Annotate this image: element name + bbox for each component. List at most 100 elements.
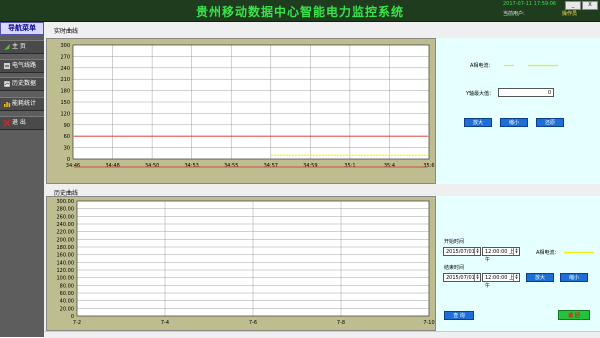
zoom-in-button[interactable]: 放大 bbox=[526, 273, 554, 282]
x-tick-label: 7-6 bbox=[249, 320, 257, 326]
y-tick-label: 200.00 bbox=[57, 237, 75, 243]
spinner-icon[interactable]: ▲ ▼ bbox=[474, 248, 480, 255]
start-time-value: 12:00:00 上午 bbox=[485, 249, 515, 263]
series-label: A相电流： bbox=[470, 63, 494, 69]
realtime-panel: 实时曲线 0 30 60 90 120 150 180 210 240 270 300 34:46 34… bbox=[44, 22, 600, 184]
x-tick-label: 34:46 bbox=[66, 163, 80, 169]
y-tick-label: 180 bbox=[60, 89, 70, 95]
nav-item-label: 历史数据 bbox=[12, 80, 37, 87]
reset-button[interactable]: 还原 bbox=[536, 118, 564, 127]
y-tick-label: 120 bbox=[60, 111, 70, 117]
series-swatch bbox=[528, 64, 558, 67]
x-tick-label: 34:57 bbox=[264, 163, 278, 169]
x-tick-label: 35:1 bbox=[344, 163, 355, 169]
y-tick-label: 260.00 bbox=[57, 214, 75, 220]
x-tick-label: 34:50 bbox=[145, 163, 159, 169]
current-user-label: 当前用户: bbox=[503, 11, 525, 17]
exit-icon bbox=[3, 119, 11, 127]
y-tick-label: 90 bbox=[64, 123, 70, 129]
y-tick-label: 120.00 bbox=[57, 268, 75, 274]
history-panel: 历史曲线 0 20.00 40.00 60.00 80.00 100.00 120.00 14… bbox=[44, 184, 600, 331]
realtime-chart: 0 30 60 90 120 150 180 210 240 270 300 34:46 34:48 34… bbox=[46, 38, 436, 184]
stats-icon bbox=[4, 102, 11, 107]
y-tick-label: 280.00 bbox=[57, 207, 75, 213]
x-tick-label: 35:4 bbox=[384, 163, 395, 169]
y-tick-label: 300 bbox=[60, 43, 70, 49]
y-tick-label: 160.00 bbox=[57, 253, 75, 259]
series-swatch-small bbox=[504, 64, 514, 67]
history-controls: 开始时间 2015/07/01 ▲ ▼ 12:00:00 上午 ▲ ▼ A相电流： … bbox=[436, 196, 600, 331]
start-time-label: 开始时间 bbox=[444, 239, 465, 245]
history-chart-svg: 020.0040.0060.0080.00100.00120.00140.001… bbox=[57, 199, 435, 326]
nav-item-label: 主 页 bbox=[12, 43, 26, 50]
y-tick-label: 270 bbox=[60, 54, 70, 60]
x-tick-label: 35:6 bbox=[423, 163, 434, 169]
realtime-controls: A相电流： Y轴最大值： 0 放大 缩小 还原 bbox=[436, 38, 600, 184]
y-tick-label: 60.00 bbox=[60, 291, 74, 297]
leaf-icon bbox=[4, 44, 10, 50]
end-time-label: 结束时间 bbox=[444, 265, 465, 271]
series-label: A相电流： bbox=[536, 250, 560, 256]
x-tick-label: 7-10 bbox=[423, 320, 434, 326]
series-swatch bbox=[564, 251, 594, 254]
zoom-out-button[interactable]: 缩小 bbox=[560, 273, 588, 282]
circuit-icon bbox=[4, 63, 10, 69]
y-tick-label: 150 bbox=[60, 100, 70, 106]
sidebar: 导航菜单 主 页 电气线路 历史数据 能耗统计 退 出 bbox=[0, 22, 44, 337]
end-time-value: 12:00:00 上午 bbox=[485, 275, 515, 289]
nav-item-exit[interactable]: 退 出 bbox=[0, 116, 44, 130]
nav-item-electrical[interactable]: 电气线路 bbox=[0, 59, 44, 73]
y-tick-label: 220.00 bbox=[57, 230, 75, 236]
history-icon bbox=[3, 80, 11, 88]
realtime-chart-svg: 030609012015018021024027030034:46 34:48 34… bbox=[60, 43, 434, 169]
x-tick-label: 34:55 bbox=[224, 163, 238, 169]
ymax-label: Y轴最大值： bbox=[466, 91, 495, 97]
history-chart: 0 20.00 40.00 60.00 80.00 100.00 120.00 140.00 1… bbox=[46, 196, 436, 331]
nav-header: 导航菜单 bbox=[0, 22, 44, 35]
x-tick-label: 34:48 bbox=[105, 163, 119, 169]
nav-item-history[interactable]: 历史数据 bbox=[0, 77, 44, 91]
y-tick-label: 140.00 bbox=[57, 260, 75, 266]
x-tick-label: 7-4 bbox=[161, 320, 169, 326]
y-tick-label: 60 bbox=[64, 134, 70, 140]
y-tick-label: 30 bbox=[64, 146, 70, 152]
zoom-out-button[interactable]: 缩小 bbox=[500, 118, 528, 127]
datetime-display: 2017-07-11 17:59:06 bbox=[503, 1, 557, 7]
x-tick-label: 7-2 bbox=[73, 320, 81, 326]
nav-item-energy-stats[interactable]: 能耗统计 bbox=[0, 97, 44, 111]
nav-item-label: 退 出 bbox=[12, 119, 26, 126]
title-bar: 贵州移动数据中心智能电力监控系统 2017-07-11 17:59:06 当前用… bbox=[0, 0, 600, 22]
current-user-value: 操作员 bbox=[562, 11, 578, 17]
nav-item-label: 能耗统计 bbox=[12, 100, 37, 107]
start-date-value: 2015/07/01 bbox=[446, 249, 475, 255]
end-date-input[interactable]: 2015/07/01 ▲ ▼ bbox=[443, 273, 481, 282]
y-tick-label: 20.00 bbox=[60, 306, 74, 312]
end-date-value: 2015/07/01 bbox=[446, 275, 475, 281]
y-tick-label: 210 bbox=[60, 77, 70, 83]
y-tick-label: 300.00 bbox=[57, 199, 75, 205]
spinner-icon[interactable]: ▲ ▼ bbox=[513, 274, 519, 281]
nav-item-home[interactable]: 主 页 bbox=[0, 40, 44, 54]
ymax-input[interactable]: 0 bbox=[498, 88, 554, 97]
nav-item-label: 电气线路 bbox=[12, 62, 37, 69]
start-time-input[interactable]: 12:00:00 上午 ▲ ▼ bbox=[482, 247, 520, 263]
end-time-input[interactable]: 12:00:00 上午 ▲ ▼ bbox=[482, 273, 520, 289]
x-tick-label: 34:53 bbox=[184, 163, 198, 169]
y-tick-label: 240 bbox=[60, 66, 70, 72]
y-tick-label: 180.00 bbox=[57, 245, 75, 251]
x-tick-label: 34:59 bbox=[303, 163, 317, 169]
back-button[interactable]: 返 回 bbox=[558, 310, 590, 320]
start-date-input[interactable]: 2015/07/01 ▲ ▼ bbox=[443, 247, 481, 256]
realtime-title: 实时曲线 bbox=[54, 28, 79, 35]
minimize-button[interactable]: _ bbox=[565, 1, 581, 10]
spinner-icon[interactable]: ▲ ▼ bbox=[474, 274, 480, 281]
y-tick-label: 240.00 bbox=[57, 222, 75, 228]
x-tick-label: 7-8 bbox=[337, 320, 345, 326]
y-tick-label: 100.00 bbox=[57, 276, 75, 282]
query-button[interactable]: 查 询 bbox=[444, 311, 474, 320]
close-button[interactable]: X bbox=[582, 1, 598, 10]
zoom-in-button[interactable]: 放大 bbox=[464, 118, 492, 127]
spinner-icon[interactable]: ▲ ▼ bbox=[513, 248, 519, 255]
y-tick-label: 80.00 bbox=[60, 283, 74, 289]
y-tick-label: 40.00 bbox=[60, 299, 74, 305]
